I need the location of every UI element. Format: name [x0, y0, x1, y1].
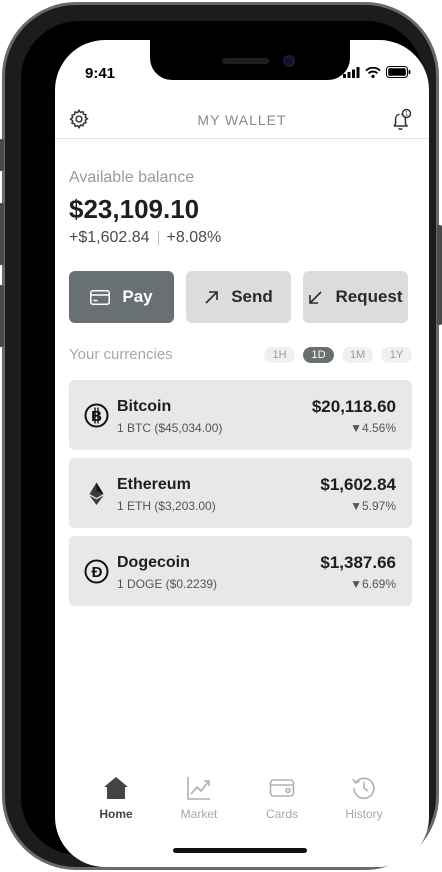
status-icons — [343, 66, 411, 78]
page-title: MY WALLET — [197, 112, 287, 128]
top-bar: MY WALLET 1 — [55, 104, 429, 140]
period-1m[interactable]: 1M — [342, 347, 373, 363]
pay-label: Pay — [122, 287, 153, 306]
currency-name: Ethereum — [117, 476, 191, 493]
send-label: Send — [231, 287, 273, 306]
arrow-up-right-icon — [205, 290, 219, 304]
svg-text:B: B — [91, 408, 102, 425]
camera — [283, 55, 295, 67]
ethereum-icon — [89, 482, 104, 505]
home-icon — [104, 777, 128, 799]
currencies-label: Your currencies — [69, 346, 173, 363]
balance-change-percent: +8.08% — [166, 229, 222, 246]
home-indicator[interactable] — [173, 848, 307, 853]
action-buttons: Pay Send Request — [69, 271, 412, 323]
currency-change: ▼4.56% — [350, 421, 396, 435]
power-button — [437, 225, 442, 325]
balance-amount: $23,109.10 — [69, 194, 200, 224]
currency-value: $1,602.84 — [320, 475, 396, 494]
card-icon — [90, 289, 111, 305]
card-icon — [269, 779, 295, 797]
currency-change: ▼5.97% — [350, 499, 396, 513]
currency-name: Dogecoin — [117, 554, 190, 571]
currency-item-ethereum[interactable]: Ethereum 1 ETH ($3,203.00) $1,602.84 ▼5.… — [69, 458, 412, 528]
currency-holding: 1 ETH ($3,203.00) — [117, 499, 216, 513]
volume-up-button — [0, 203, 4, 265]
phone-frame: 9:41 MY WALLET 1 Available balance $23,1… — [0, 2, 442, 870]
bitcoin-icon: B — [84, 403, 109, 428]
screen: 9:41 MY WALLET 1 Available balance $23,1… — [55, 40, 429, 867]
balance-label: Available balance — [69, 169, 195, 186]
tab-label: Home — [99, 807, 133, 821]
currency-value: $1,387.66 — [320, 553, 396, 572]
currency-list: B Bitcoin 1 BTC ($45,034.00) $20,118.60 … — [69, 380, 412, 614]
change-separator — [157, 231, 159, 245]
period-1y[interactable]: 1Y — [381, 347, 412, 363]
bezel: 9:41 MY WALLET 1 Available balance $23,1… — [21, 21, 429, 867]
silent-switch — [0, 139, 4, 171]
speaker — [222, 58, 269, 64]
tab-label: Cards — [265, 807, 298, 821]
tab-history[interactable]: History — [324, 775, 404, 821]
period-1h[interactable]: 1H — [264, 347, 295, 363]
svg-text:D: D — [92, 564, 103, 581]
balance-change: +$1,602.84 +8.08% — [69, 229, 221, 247]
signal-icon — [343, 66, 360, 78]
tab-cards[interactable]: Cards — [242, 775, 322, 821]
currency-item-bitcoin[interactable]: B Bitcoin 1 BTC ($45,034.00) $20,118.60 … — [69, 380, 412, 450]
tab-market[interactable]: Market — [159, 775, 239, 821]
currency-holding: 1 DOGE ($0.2239) — [117, 577, 218, 591]
chart-icon — [187, 777, 210, 800]
currency-item-dogecoin[interactable]: D Dogecoin 1 DOGE ($0.2239) $1,387.66 ▼6… — [69, 536, 412, 606]
currency-change: ▼6.69% — [350, 577, 396, 591]
dogecoin-icon: D — [84, 559, 109, 584]
notch — [150, 40, 350, 80]
bell-icon[interactable]: 1 — [389, 108, 413, 132]
volume-down-button — [0, 285, 4, 347]
tab-bar: Home Market Cards History — [55, 775, 429, 835]
wifi-icon — [365, 66, 381, 78]
currency-name: Bitcoin — [117, 398, 172, 415]
tab-home[interactable]: Home — [76, 775, 156, 821]
status-time: 9:41 — [85, 65, 116, 82]
pay-button[interactable]: Pay — [69, 271, 174, 323]
currency-value: $20,118.60 — [311, 397, 396, 416]
period-selector: 1H 1D 1M 1Y — [264, 347, 412, 363]
request-label: Request — [335, 287, 403, 306]
request-button[interactable]: Request — [303, 271, 408, 323]
balance-change-amount: +$1,602.84 — [69, 229, 150, 246]
header-divider — [55, 138, 429, 139]
arrow-down-left-icon — [309, 290, 323, 304]
period-1d[interactable]: 1D — [303, 347, 334, 363]
send-button[interactable]: Send — [186, 271, 291, 323]
currency-holding: 1 BTC ($45,034.00) — [117, 421, 223, 435]
history-icon — [352, 777, 375, 800]
tab-label: History — [345, 807, 383, 821]
tab-label: Market — [180, 807, 218, 821]
battery-icon — [386, 66, 411, 78]
